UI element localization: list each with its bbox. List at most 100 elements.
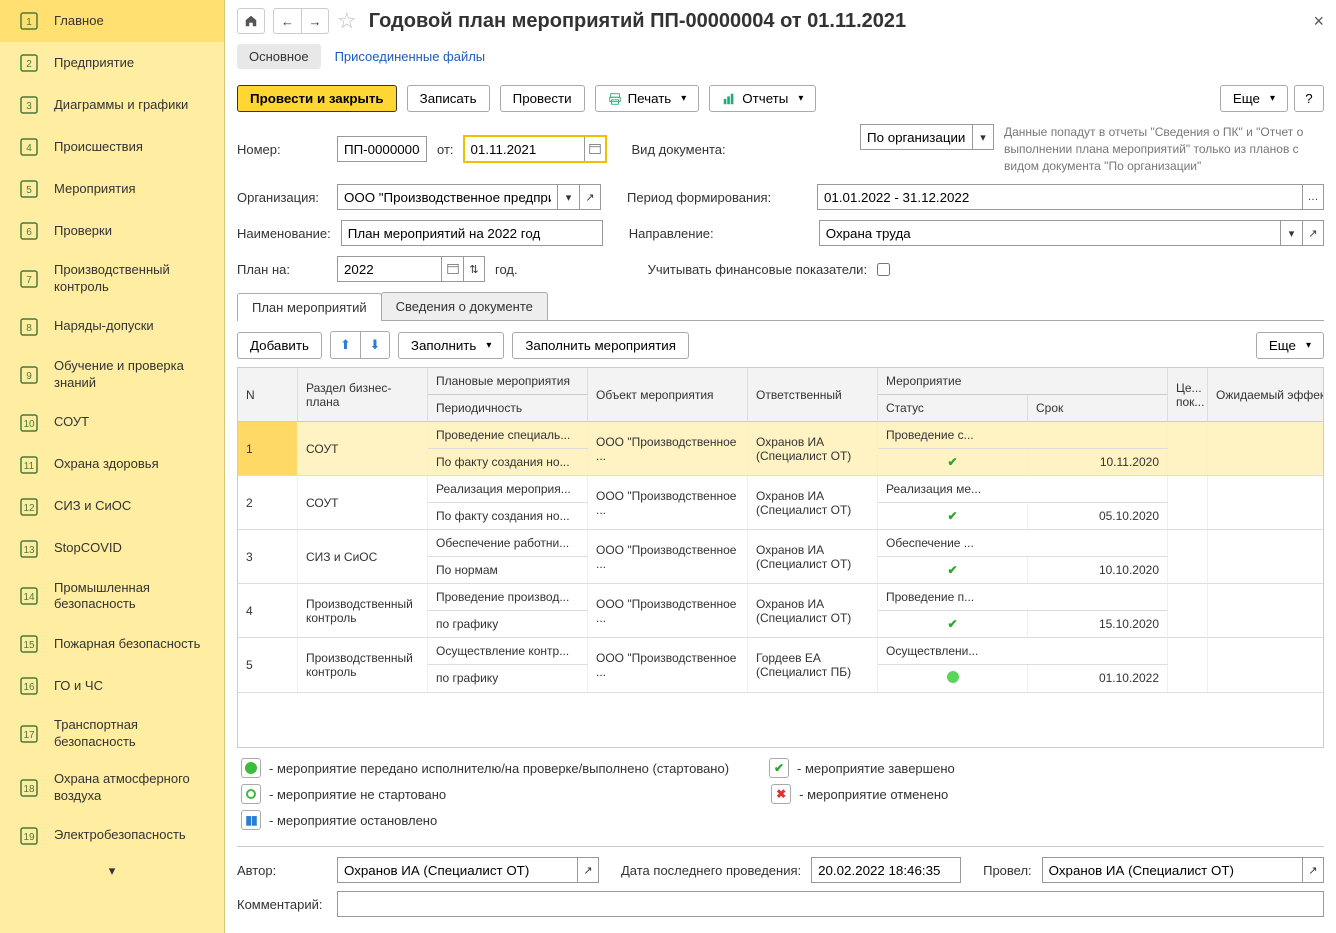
sidebar-item-4[interactable]: 5Мероприятия (0, 168, 224, 210)
sidebar-item-label: Происшествия (54, 139, 143, 156)
sidebar-item-label: Пожарная безопасность (54, 636, 200, 653)
sidebar-icon: 17 (18, 723, 40, 745)
sidebar-item-15[interactable]: 16 ГО и ЧС (0, 665, 224, 707)
sidebar-item-label: Наряды-допуски (54, 318, 154, 335)
comment-label: Комментарий: (237, 897, 327, 912)
org-input[interactable] (337, 184, 557, 210)
subtab-docinfo[interactable]: Сведения о документе (381, 292, 548, 320)
org-open-button[interactable]: ↗ (579, 184, 601, 210)
help-button[interactable]: ? (1294, 85, 1324, 112)
more-button[interactable]: Еще (1220, 85, 1288, 112)
sidebar-icon: 11 (18, 454, 40, 476)
sidebar-expand[interactable]: ▾ (0, 857, 224, 885)
subtab-plan[interactable]: План мероприятий (237, 293, 382, 321)
planfor-input[interactable] (337, 256, 441, 282)
author-input[interactable] (337, 857, 577, 883)
svg-text:7: 7 (26, 275, 32, 286)
number-label: Номер: (237, 142, 327, 157)
tab-main[interactable]: Основное (237, 44, 321, 69)
lastpost-label: Дата последнего проведения: (621, 863, 801, 878)
sidebar-item-17[interactable]: 18Охрана атмосферного воздуха (0, 761, 224, 815)
post-and-close-button[interactable]: Провести и закрыть (237, 85, 397, 112)
sidebar-item-10[interactable]: 11 Охрана здоровья (0, 444, 224, 486)
direction-input[interactable] (819, 220, 1280, 246)
svg-text:2: 2 (26, 59, 32, 70)
sidebar-icon: 15 (18, 633, 40, 655)
sidebar-item-8[interactable]: 9 Обучение и проверка знаний (0, 348, 224, 402)
sidebar-item-12[interactable]: 13StopCOVID (0, 528, 224, 570)
sidebar-item-14[interactable]: 15 Пожарная безопасность (0, 623, 224, 665)
nav-forward-button[interactable]: → (301, 8, 329, 34)
sidebar-item-label: ГО и ЧС (54, 678, 103, 695)
move-down-button[interactable]: ⬇ (360, 331, 390, 359)
sidebar-icon: 7 (18, 268, 40, 290)
fill-events-button[interactable]: Заполнить мероприятия (512, 332, 689, 359)
top-tabs: Основное Присоединенные файлы (237, 44, 1324, 69)
author-label: Автор: (237, 863, 327, 878)
sidebar-item-7[interactable]: 8 Наряды-допуски (0, 306, 224, 348)
sidebar-icon: 4 (18, 136, 40, 158)
sidebar-item-18[interactable]: 19Электробезопасность (0, 815, 224, 857)
fill-button[interactable]: Заполнить (398, 332, 504, 359)
sidebar-item-16[interactable]: 17 Транспортная безопасность (0, 707, 224, 761)
home-button[interactable] (237, 8, 265, 34)
sidebar-item-label: Охрана здоровья (54, 456, 159, 473)
svg-text:16: 16 (23, 682, 35, 693)
sidebar-item-0[interactable]: 1Главное (0, 0, 224, 42)
add-button[interactable]: Добавить (237, 332, 322, 359)
planfor-step-button[interactable]: ⇅ (463, 256, 485, 282)
tab-attached-files[interactable]: Присоединенные файлы (323, 44, 498, 69)
sidebar-item-label: Главное (54, 13, 104, 30)
date-input[interactable] (464, 136, 584, 162)
postedby-input[interactable] (1042, 857, 1302, 883)
save-button[interactable]: Записать (407, 85, 490, 112)
sidebar-item-label: Обучение и проверка знаний (54, 358, 212, 392)
org-drop-button[interactable]: ▾ (557, 184, 579, 210)
svg-text:8: 8 (26, 323, 32, 334)
sidebar-item-5[interactable]: 6Проверки (0, 210, 224, 252)
svg-text:19: 19 (23, 832, 35, 843)
sidebar-item-6[interactable]: 7Производственный контроль (0, 252, 224, 306)
move-up-button[interactable]: ⬆ (330, 331, 360, 359)
sidebar-item-11[interactable]: 12СИЗ и СиОС (0, 486, 224, 528)
svg-text:4: 4 (26, 143, 32, 154)
sidebar-item-13[interactable]: 14Промышленная безопасность (0, 570, 224, 624)
period-picker-button[interactable]: … (1302, 184, 1324, 210)
post-button[interactable]: Провести (500, 85, 585, 112)
date-picker-button[interactable] (584, 136, 606, 162)
favorite-star-icon[interactable]: ☆ (337, 8, 357, 34)
sidebar-icon: 19 (18, 825, 40, 847)
table-more-button[interactable]: Еще (1256, 332, 1324, 359)
footer: Автор: ↗ Дата последнего проведения: Про… (237, 846, 1324, 925)
close-button[interactable]: × (1313, 11, 1324, 32)
sidebar-item-label: Транспортная безопасность (54, 717, 212, 751)
period-label: Период формирования: (627, 190, 807, 205)
reports-button[interactable]: Отчеты (709, 85, 816, 112)
nav-back-button[interactable]: ← (273, 8, 301, 34)
doctype-drop-button[interactable]: ▾ (972, 124, 994, 150)
comment-input[interactable] (337, 891, 1324, 917)
legend: - мероприятие передано исполнителю/на пр… (237, 748, 1324, 846)
name-input[interactable] (341, 220, 603, 246)
postedby-open-button[interactable]: ↗ (1302, 857, 1324, 883)
period-input[interactable] (817, 184, 1302, 210)
events-table[interactable]: NРаздел бизнес-планаПлановые мероприятия… (237, 367, 1324, 748)
svg-text:18: 18 (23, 784, 35, 795)
direction-drop-button[interactable]: ▾ (1280, 220, 1302, 246)
svg-text:12: 12 (23, 503, 35, 514)
sidebar-item-3[interactable]: 4 Происшествия (0, 126, 224, 168)
sidebar-icon: 9 (18, 364, 40, 386)
author-open-button[interactable]: ↗ (577, 857, 599, 883)
sidebar-item-1[interactable]: 2Предприятие (0, 42, 224, 84)
print-button[interactable]: Печать (595, 85, 700, 112)
sidebar-item-2[interactable]: 3Диаграммы и графики (0, 84, 224, 126)
sidebar-item-9[interactable]: 10СОУТ (0, 402, 224, 444)
svg-text:13: 13 (23, 545, 35, 556)
doctype-input[interactable] (860, 124, 972, 150)
number-input[interactable] (337, 136, 427, 162)
doctype-label: Вид документа: (632, 142, 742, 157)
fin-checkbox[interactable] (877, 263, 890, 276)
planfor-picker-button[interactable] (441, 256, 463, 282)
lastpost-input[interactable] (811, 857, 961, 883)
direction-open-button[interactable]: ↗ (1302, 220, 1324, 246)
